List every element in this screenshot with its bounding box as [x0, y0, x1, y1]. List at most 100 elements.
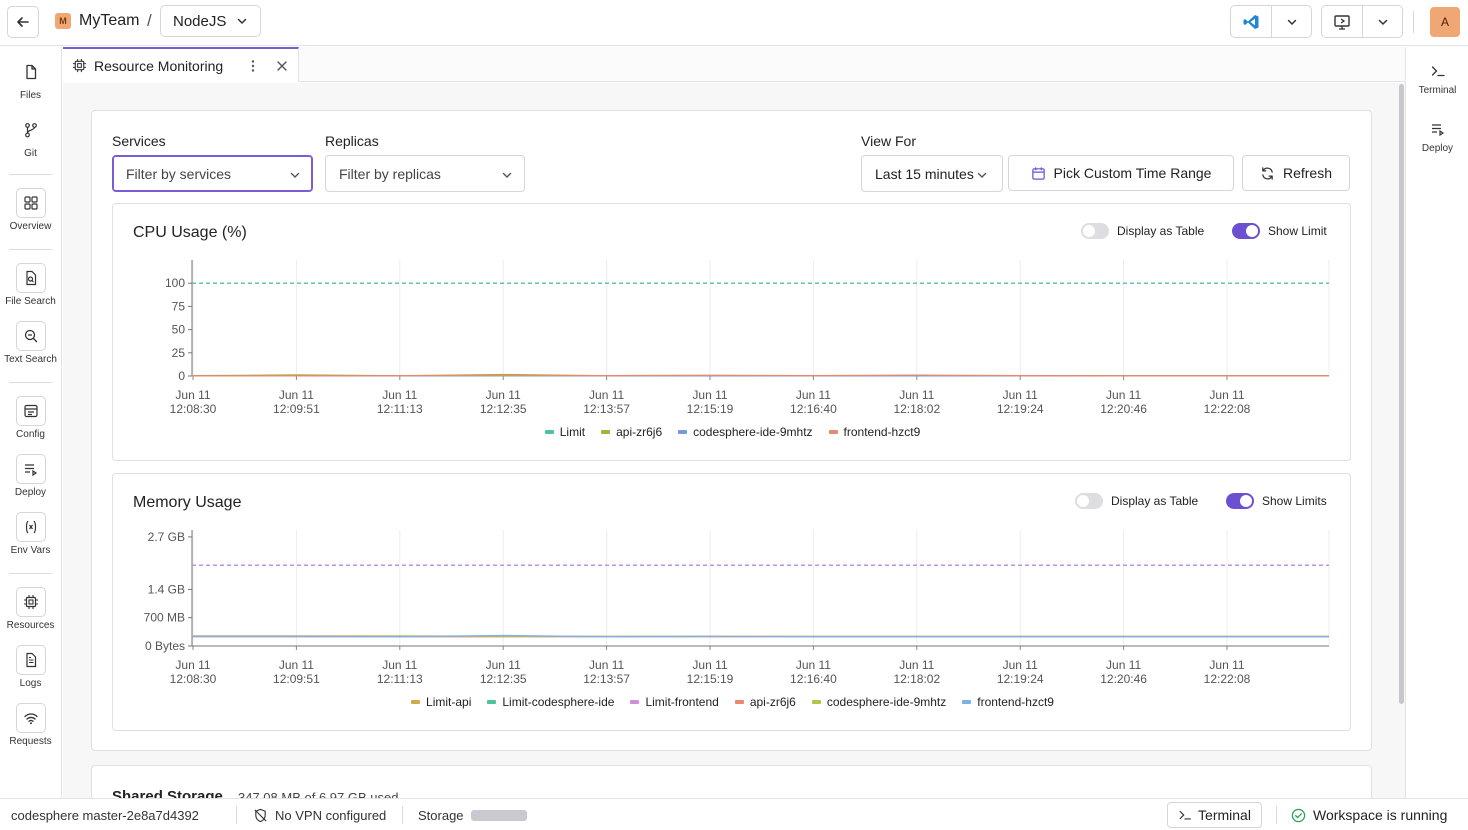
- sidebar-item-overview[interactable]: Overview: [0, 188, 61, 232]
- legend-item[interactable]: frontend-hzct9: [962, 695, 1054, 709]
- replicas-filter-dropdown[interactable]: Filter by replicas: [325, 155, 525, 192]
- grid-icon: [23, 196, 38, 210]
- mem-x-tick-label: Jun 11 12:19:24: [997, 658, 1044, 686]
- sidebar-item-label: Logs: [19, 678, 42, 689]
- sidebar-item-label: Deploy: [1421, 143, 1454, 154]
- sidebar-item-files[interactable]: Files: [0, 57, 61, 101]
- mem-x-tick-label: Jun 11 12:09:51: [273, 658, 320, 686]
- status-bar: codesphere master-2e8a7d4392 No VPN conf…: [0, 798, 1468, 830]
- legend-label: Limit: [559, 425, 586, 439]
- vpn-text: No VPN configured: [275, 807, 387, 823]
- sidebar-item-label: Deploy: [14, 487, 47, 498]
- resource-monitoring-panel: Services Filter by services Replicas Fil…: [63, 83, 1397, 798]
- legend-item[interactable]: Limit-frontend: [630, 695, 719, 709]
- scrollbar-thumb[interactable]: [1399, 84, 1404, 704]
- legend-swatch: [811, 700, 821, 704]
- cpu-x-tick-label: Jun 11 12:20:46: [1100, 388, 1147, 416]
- cpu-chip-icon: [72, 58, 87, 73]
- preview-button-group: [1321, 5, 1403, 38]
- avatar[interactable]: A: [1430, 7, 1460, 37]
- legend-swatch: [828, 430, 838, 434]
- legend-item[interactable]: Limit: [544, 425, 586, 439]
- sidebar-divider: [9, 573, 52, 574]
- refresh-button[interactable]: Refresh: [1242, 155, 1350, 191]
- status-divider: [1276, 806, 1277, 824]
- terminal-button[interactable]: Terminal: [1167, 802, 1262, 828]
- close-icon[interactable]: [275, 59, 289, 73]
- team-logo: M: [55, 13, 71, 29]
- top-bar: M MyTeam / NodeJS A: [0, 0, 1468, 46]
- legend-item[interactable]: codesphere-ide-9mhtz: [678, 425, 813, 439]
- topbar-divider: [1413, 11, 1414, 33]
- mem-y-tick-label: 1.4 GB: [148, 582, 185, 596]
- workspace-status[interactable]: Workspace is running: [1291, 799, 1447, 830]
- vpn-status[interactable]: No VPN configured: [253, 799, 386, 830]
- legend-item[interactable]: api-zr6j6: [734, 695, 796, 709]
- preview-button[interactable]: [1322, 6, 1362, 37]
- legend-label: api-zr6j6: [616, 425, 663, 439]
- ide-menu-button[interactable]: [1271, 6, 1311, 37]
- sidebar-item-file-search[interactable]: File Search: [0, 263, 61, 307]
- sidebar-item-requests[interactable]: Requests: [0, 703, 61, 747]
- legend-label: Limit-api: [426, 695, 472, 709]
- sidebar-item-deploy-right[interactable]: Deploy: [1406, 117, 1468, 154]
- vscode-button[interactable]: [1231, 6, 1271, 37]
- sidebar-divider: [9, 382, 52, 383]
- cpu-x-tick-label: Jun 11 12:13:57: [583, 388, 630, 416]
- legend-item[interactable]: codesphere-ide-9mhtz: [811, 695, 946, 709]
- memory-usage-chart: Jun 11 12:08:30 Jun 11 12:09:51 Jun 11 12:11:…: [144, 530, 1330, 686]
- sidebar-item-terminal[interactable]: Terminal: [1406, 59, 1468, 96]
- legend-label: frontend-hzct9: [977, 695, 1054, 709]
- deploy-icon: [24, 464, 37, 477]
- file-search-icon: [25, 270, 36, 286]
- workspace-select[interactable]: NodeJS: [160, 5, 261, 37]
- services-filter-dropdown[interactable]: Filter by services: [112, 155, 313, 192]
- sidebar-item-logs[interactable]: Logs: [0, 645, 61, 689]
- tab-resource-monitoring[interactable]: Resource Monitoring: [63, 47, 299, 82]
- pick-custom-time-range-button[interactable]: Pick Custom Time Range: [1008, 155, 1234, 191]
- deploy-icon: [1431, 124, 1444, 137]
- pick-custom-time-range-label: Pick Custom Time Range: [1053, 165, 1212, 181]
- team-name[interactable]: MyTeam: [79, 12, 139, 30]
- legend-item[interactable]: Limit-codesphere-ide: [487, 695, 614, 709]
- shared-storage-title: Shared Storage: [112, 788, 223, 798]
- sidebar-item-deploy[interactable]: Deploy: [0, 454, 61, 498]
- replicas-placeholder: Filter by replicas: [339, 165, 441, 182]
- sidebar-item-label: Env Vars: [10, 545, 51, 556]
- sidebar-item-resources[interactable]: Resources: [0, 587, 61, 631]
- chevron-down-icon: [290, 172, 300, 178]
- preview-menu-button[interactable]: [1362, 6, 1402, 37]
- sidebar-item-config[interactable]: Config: [0, 396, 61, 440]
- back-button[interactable]: [7, 6, 39, 38]
- mem-x-tick-label: Jun 11 12:08:30: [170, 658, 217, 686]
- vscode-icon: [1243, 14, 1259, 29]
- cpu-chart-legend: Limit api-zr6j6 codesphere-ide-9mhtz fronte…: [113, 425, 1352, 439]
- legend-item[interactable]: frontend-hzct9: [828, 425, 920, 439]
- storage-status[interactable]: Storage: [418, 799, 527, 830]
- cpu-series-frontend-hzct9: [192, 374, 1329, 377]
- legend-item[interactable]: Limit-api: [411, 695, 471, 709]
- arrow-left-icon: [17, 17, 29, 27]
- view-for-dropdown[interactable]: Last 15 minutes: [861, 155, 1003, 192]
- view-for-label: View For: [861, 133, 916, 149]
- sidebar-divider: [9, 249, 52, 250]
- memory-usage-card: Memory Usage Display as Table Show Limit…: [112, 473, 1351, 731]
- shared-storage-used: 347.08 MB of 6.97 GB used: [238, 790, 399, 798]
- terminal-icon: [1431, 66, 1445, 77]
- tab-title: Resource Monitoring: [94, 57, 224, 74]
- sidebar-item-text-search[interactable]: Text Search: [0, 321, 61, 365]
- refresh-icon: [1262, 166, 1273, 180]
- mem-x-tick-label: Jun 11 12:22:08: [1204, 658, 1251, 686]
- more-vertical-icon[interactable]: [246, 59, 260, 73]
- legend-swatch: [734, 700, 744, 704]
- sidebar-item-env-vars[interactable]: Env Vars: [0, 512, 61, 556]
- services-label: Services: [112, 133, 166, 149]
- legend-item[interactable]: api-zr6j6: [601, 425, 662, 439]
- cpu-y-tick-label: 75: [172, 299, 186, 313]
- branch-status[interactable]: codesphere master-2e8a7d4392: [11, 799, 199, 830]
- legend-label: Limit-codesphere-ide: [502, 695, 615, 709]
- sidebar-item-git[interactable]: Git: [0, 115, 61, 159]
- cpu-x-tick-label: Jun 11 12:08:30: [170, 388, 217, 416]
- monitor-icon: [1334, 14, 1350, 30]
- terminal-icon: [1179, 810, 1191, 820]
